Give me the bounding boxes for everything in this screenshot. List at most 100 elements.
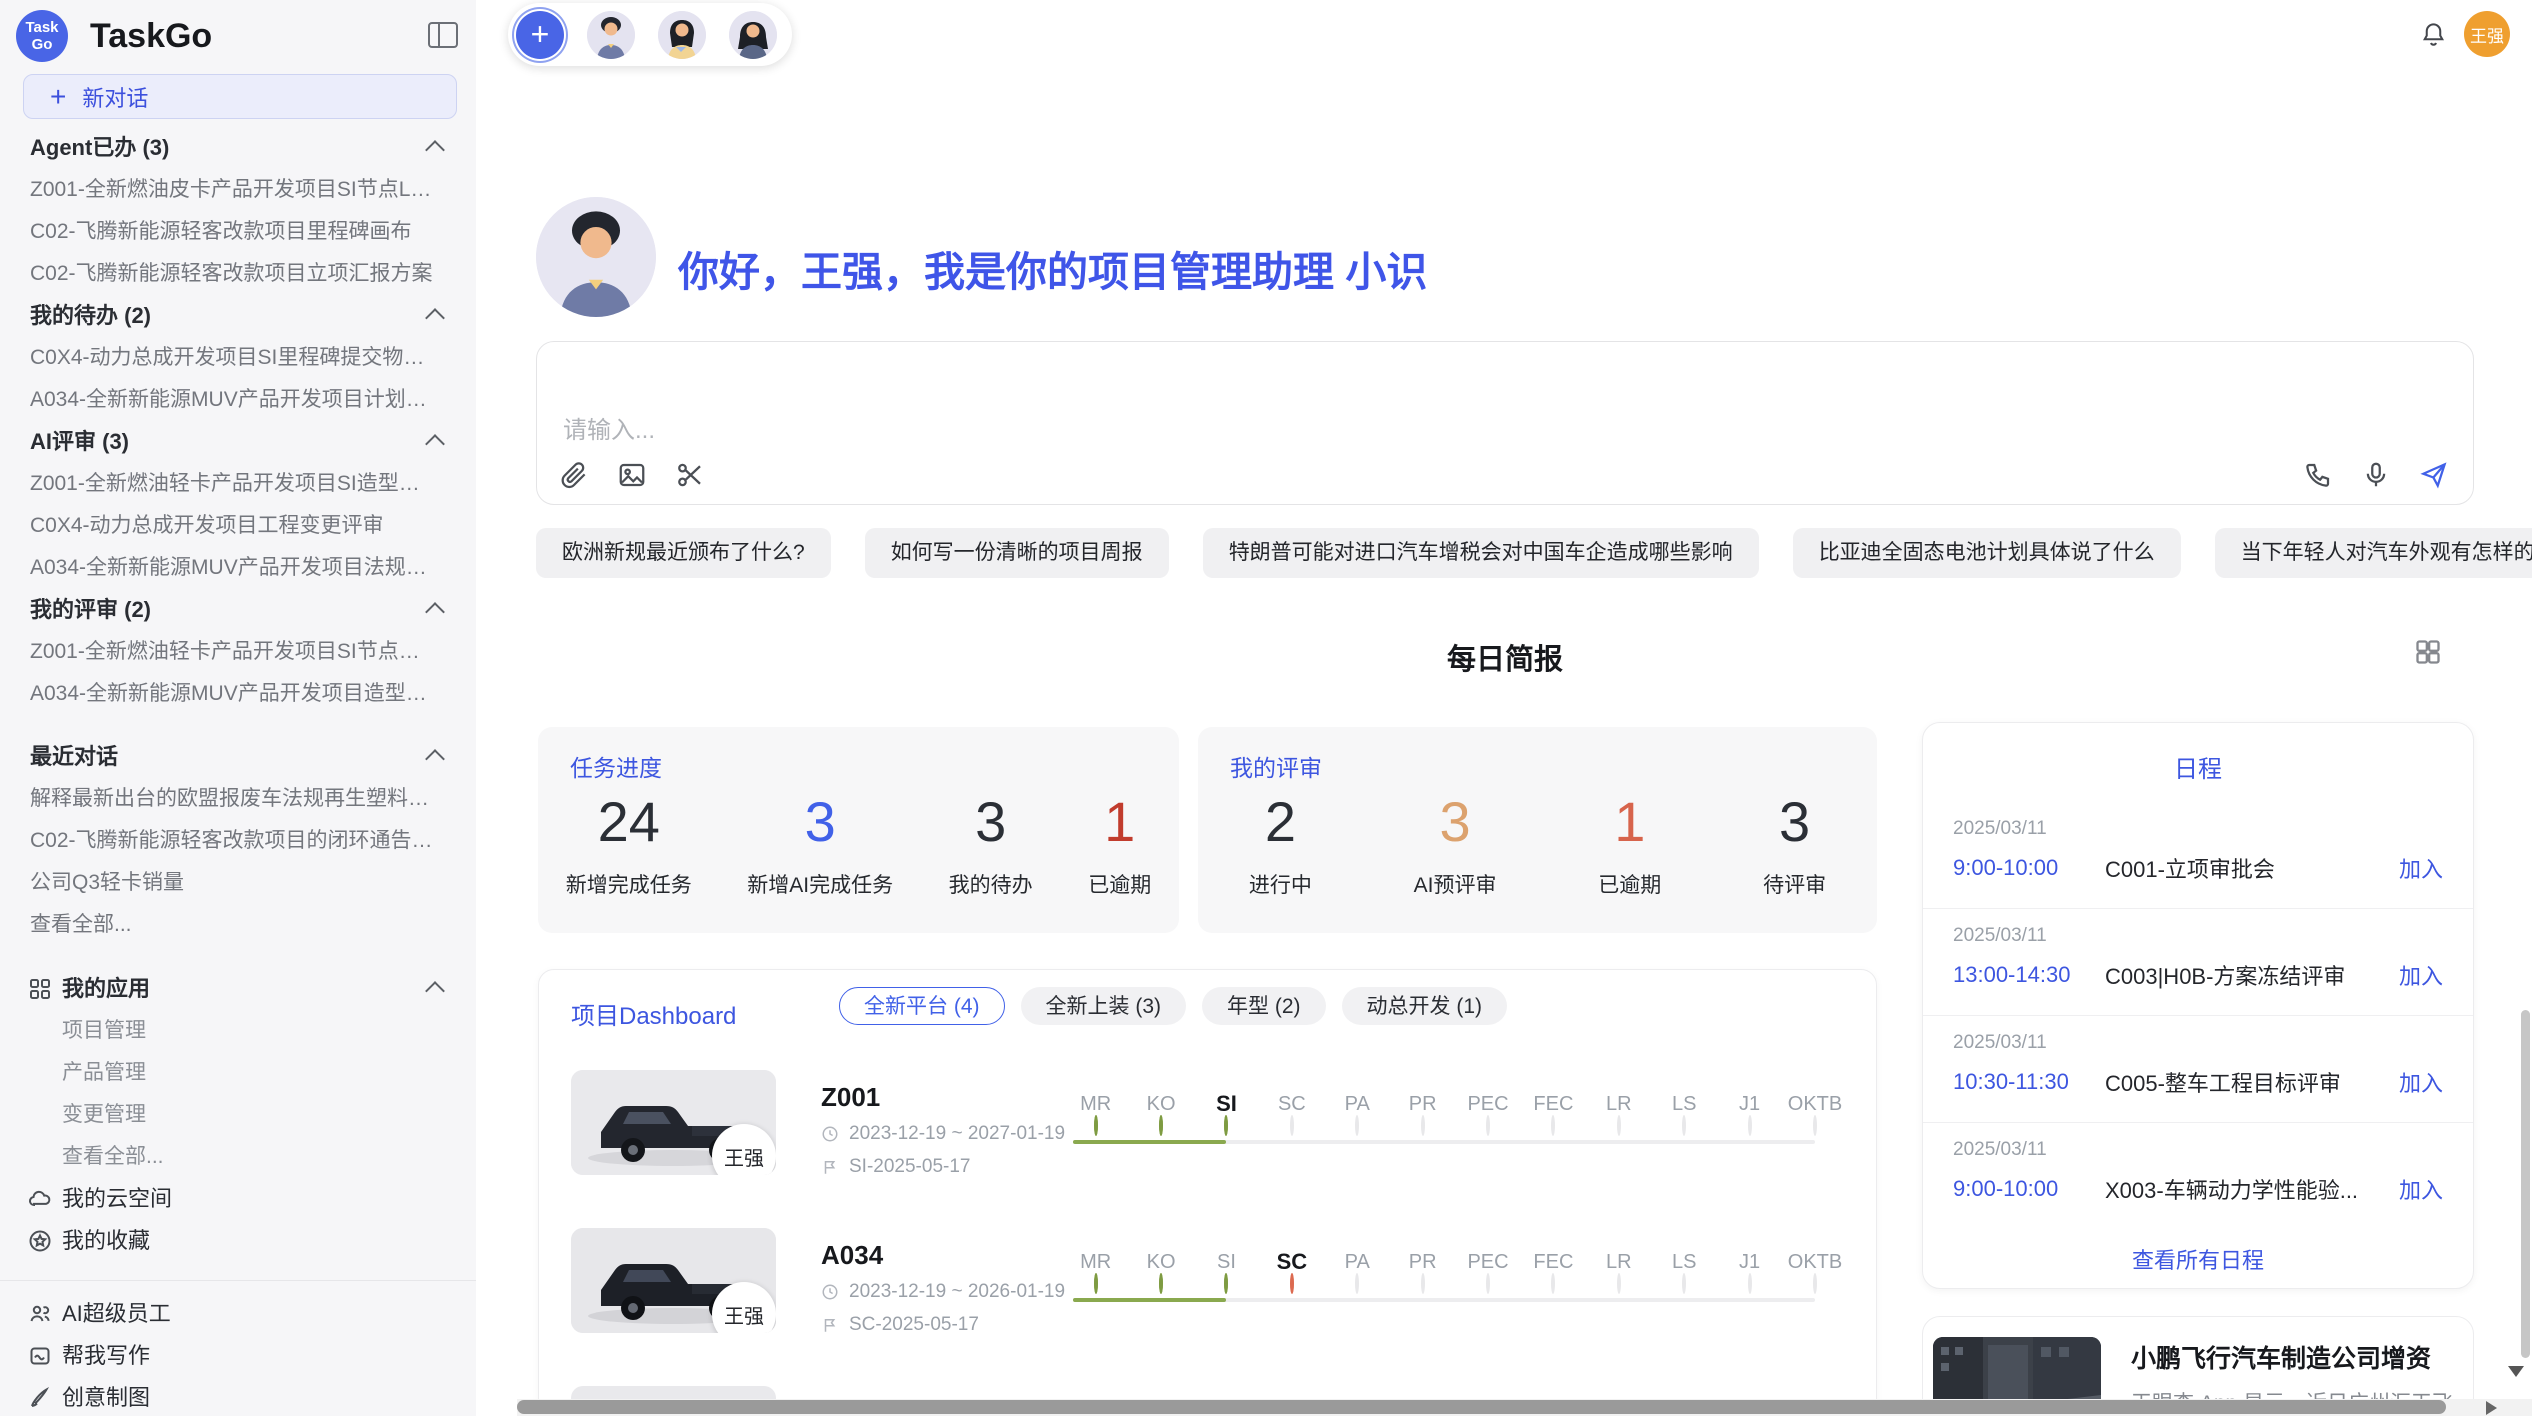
phone-icon[interactable] [2303, 460, 2333, 490]
schedule-event[interactable]: 2025/03/11 13:00-14:30 C003|H0B-方案冻结评审 加… [1923, 909, 2473, 1016]
sidebar-item[interactable]: C0X4-动力总成开发项目工程变更评审 [0, 505, 476, 547]
sidebar-item-draw[interactable]: 创意制图 [0, 1377, 476, 1416]
sidebar-collapse-icon[interactable] [428, 22, 458, 48]
project-code[interactable]: A034 [821, 1240, 883, 1271]
new-chat-button[interactable]: + 新对话 [23, 74, 457, 119]
join-link[interactable]: 加入 [2399, 1066, 2443, 1098]
view-all-schedule-link[interactable]: 查看所有日程 [1923, 1243, 2473, 1275]
sidebar-item[interactable]: A034-全新新能源MUV产品开发项目造型可行性评审 [0, 673, 476, 715]
chat-composer[interactable]: 请输入... [536, 341, 2474, 505]
milestone[interactable]: J1 [1717, 1091, 1782, 1135]
milestone-dot [1617, 1273, 1621, 1294]
scroll-down-arrow[interactable] [2508, 1366, 2524, 1377]
sidebar-item[interactable]: C02-飞腾新能源轻客改款项目里程碑画布 [0, 211, 476, 253]
milestone[interactable]: PEC [1455, 1091, 1520, 1135]
join-link[interactable]: 加入 [2399, 852, 2443, 884]
suggestion-chip[interactable]: 当下年轻人对汽车外观有怎样的喜好趋势 [2215, 528, 2532, 578]
suggestion-chip[interactable]: 欧洲新规最近颁布了什么? [536, 528, 831, 578]
section-ai-review[interactable]: AI评审 (3) [0, 421, 476, 463]
milestone[interactable]: MR [1063, 1249, 1128, 1293]
section-my-todo[interactable]: 我的待办 (2) [0, 295, 476, 337]
milestone[interactable]: SI [1194, 1091, 1259, 1135]
add-assistant-button[interactable]: + [516, 11, 564, 59]
schedule-event[interactable]: 2025/03/11 9:00-10:00 C001-立项审批会 加入 [1923, 802, 2473, 909]
sidebar-item-ai-staff[interactable]: AI超级员工 [0, 1293, 476, 1335]
milestone[interactable]: SI [1194, 1249, 1259, 1293]
recent-chat-item[interactable]: 公司Q3轻卡销量 [0, 862, 476, 904]
section-recent-chats[interactable]: 最近对话 [0, 736, 476, 778]
milestone[interactable]: PA [1325, 1091, 1390, 1135]
sidebar-item-write[interactable]: 帮我写作 [0, 1335, 476, 1377]
milestone[interactable]: OKTB [1782, 1249, 1847, 1293]
apps-grid-icon [28, 977, 52, 1001]
suggestion-chip[interactable]: 如何写一份清晰的项目周报 [865, 528, 1169, 578]
milestone[interactable]: LR [1586, 1249, 1651, 1293]
milestone[interactable]: KO [1128, 1091, 1193, 1135]
project-flag: SI-2025-05-17 [821, 1156, 970, 1178]
my-review-card: 我的评审 2 进行中 3 AI预评审 1 已逾期 3 待评审 [1198, 727, 1877, 933]
send-icon[interactable] [2419, 460, 2449, 490]
recent-chat-item[interactable]: 解释最新出台的欧盟报废车法规再生塑料比例被调至15%... [0, 778, 476, 820]
microphone-icon[interactable] [2361, 460, 2391, 490]
section-my-review[interactable]: 我的评审 (2) [0, 589, 476, 631]
vertical-scrollbar-thumb[interactable] [2521, 1010, 2530, 1358]
milestone[interactable]: PA [1325, 1249, 1390, 1293]
milestone[interactable]: FEC [1521, 1091, 1586, 1135]
milestone[interactable]: FEC [1521, 1249, 1586, 1293]
recent-chat-item[interactable]: C02-飞腾新能源轻客改款项目的闭环通告反馈情况 [0, 820, 476, 862]
layout-grid-icon[interactable] [2414, 638, 2442, 666]
milestone[interactable]: PR [1390, 1091, 1455, 1135]
join-link[interactable]: 加入 [2399, 1173, 2443, 1205]
attachment-icon[interactable] [559, 460, 589, 490]
user-avatar[interactable]: 王强 [2464, 11, 2510, 57]
milestone[interactable]: OKTB [1782, 1091, 1847, 1135]
sidebar-item[interactable]: C0X4-动力总成开发项目SI里程碑提交物检查 [0, 337, 476, 379]
schedule-event[interactable]: 2025/03/11 10:30-11:30 C005-整车工程目标评审 加入 [1923, 1016, 2473, 1123]
milestone[interactable]: LS [1652, 1249, 1717, 1293]
sidebar-item[interactable]: Z001-全新燃油轻卡产品开发项目SI造型提交物评审 [0, 463, 476, 505]
project-code[interactable]: Z001 [821, 1082, 880, 1113]
assistant-avatar-1[interactable] [587, 11, 635, 59]
section-agent-done[interactable]: Agent已办 (3) [0, 127, 476, 169]
join-link[interactable]: 加入 [2399, 959, 2443, 991]
stat: 1 已逾期 [1598, 787, 1661, 899]
scroll-right-arrow[interactable] [2486, 1401, 2497, 1415]
image-icon[interactable] [617, 460, 647, 490]
milestone[interactable]: SC [1259, 1249, 1324, 1293]
dashboard-tab[interactable]: 全新上装 (3) [1021, 987, 1187, 1025]
app-sub-item[interactable]: 产品管理 [0, 1052, 476, 1094]
suggestion-chip[interactable]: 特朗普可能对进口汽车增税会对中国车企造成哪些影响 [1203, 528, 1759, 578]
milestone[interactable]: LR [1586, 1091, 1651, 1135]
assistant-avatar-2[interactable] [658, 11, 706, 59]
milestone[interactable]: SC [1259, 1091, 1324, 1135]
app-sub-item[interactable]: 项目管理 [0, 1010, 476, 1052]
milestone[interactable]: LS [1652, 1091, 1717, 1135]
recent-view-all[interactable]: 查看全部... [0, 904, 476, 946]
notification-bell-icon[interactable] [2420, 21, 2447, 48]
chat-input[interactable]: 请输入... [563, 410, 655, 445]
section-my-apps[interactable]: 我的应用 [0, 968, 476, 1010]
milestone[interactable]: J1 [1717, 1249, 1782, 1293]
apps-view-all[interactable]: 查看全部... [0, 1136, 476, 1178]
milestone[interactable]: KO [1128, 1249, 1193, 1293]
suggestion-chip[interactable]: 比亚迪全固态电池计划具体说了什么 [1793, 528, 2181, 578]
milestone-dot [1486, 1273, 1490, 1294]
sidebar-item[interactable]: A034-全新新能源MUV产品开发项目法规符合性评审 [0, 547, 476, 589]
dashboard-tab[interactable]: 全新平台 (4) [839, 987, 1005, 1025]
sidebar-item[interactable]: Z001-全新燃油轻卡产品开发项目SI节点属性5D文件评审 [0, 631, 476, 673]
milestone[interactable]: MR [1063, 1091, 1128, 1135]
sidebar-item[interactable]: C02-飞腾新能源轻客改款项目立项汇报方案 [0, 253, 476, 295]
app-sub-item[interactable]: 变更管理 [0, 1094, 476, 1136]
milestone[interactable]: PR [1390, 1249, 1455, 1293]
dashboard-tab[interactable]: 年型 (2) [1202, 987, 1326, 1025]
sidebar-item[interactable]: Z001-全新燃油皮卡产品开发项目SI节点Lesson Learn报告 [0, 169, 476, 211]
scissors-icon[interactable] [675, 460, 705, 490]
sidebar-item-favorites[interactable]: 我的收藏 [0, 1220, 476, 1262]
dashboard-tab[interactable]: 动总开发 (1) [1342, 987, 1508, 1025]
sidebar-item-cloud-space[interactable]: 我的云空间 [0, 1178, 476, 1220]
schedule-event[interactable]: 2025/03/11 9:00-10:00 X003-车辆动力学性能验... 加… [1923, 1123, 2473, 1229]
milestone[interactable]: PEC [1455, 1249, 1520, 1293]
sidebar-item[interactable]: A034-全新新能源MUV产品开发项目计划变更表编写 [0, 379, 476, 421]
horizontal-scrollbar-thumb[interactable] [517, 1400, 2446, 1414]
assistant-avatar-3[interactable] [729, 11, 777, 59]
